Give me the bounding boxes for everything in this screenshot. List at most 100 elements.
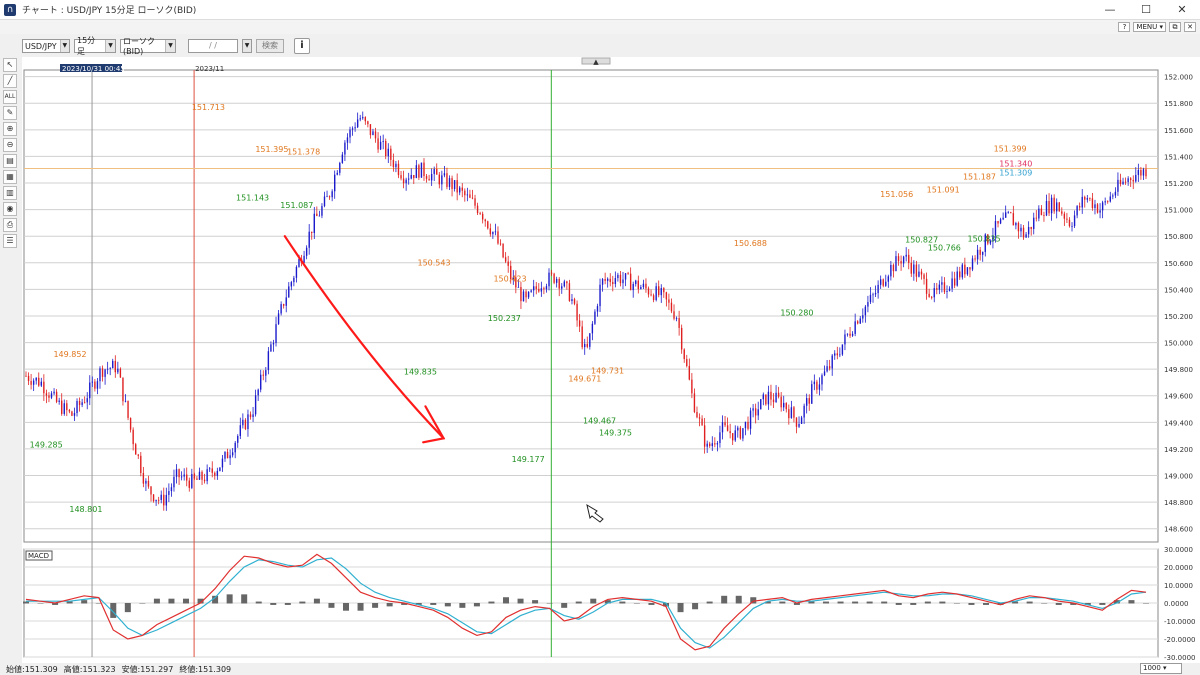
candle — [260, 374, 262, 390]
candle — [507, 261, 509, 266]
candle — [1109, 196, 1111, 202]
candle — [719, 432, 721, 444]
candle — [367, 121, 369, 125]
chart-area[interactable]: ▲ 152.000 151.800 151.600 151.400 151.200 151.… — [22, 57, 1200, 663]
candle — [811, 384, 813, 404]
candle — [783, 402, 785, 408]
candle — [479, 213, 481, 214]
candle — [1025, 234, 1027, 238]
pair-value: USD/JPY — [25, 41, 57, 51]
candle — [109, 368, 111, 369]
date-input[interactable]: / / — [188, 39, 238, 53]
candle — [308, 231, 310, 248]
candle — [591, 323, 594, 334]
timeframe-select[interactable]: 15分足 ▼ — [74, 36, 116, 56]
candle — [642, 283, 645, 288]
grid-icon[interactable]: ▥ — [3, 186, 17, 200]
close-chart-icon[interactable]: ✕ — [1184, 22, 1196, 32]
candle — [198, 471, 201, 480]
candle — [622, 279, 624, 284]
menu-button[interactable]: MENU ▾ — [1133, 22, 1166, 32]
macd-tick-label: 30.0000 — [1164, 546, 1193, 554]
low-price-label: 150.280 — [780, 308, 813, 317]
candle — [448, 178, 451, 187]
candle — [803, 405, 805, 418]
candle — [1002, 217, 1004, 220]
macd-hist-bar — [837, 601, 844, 604]
candle — [1101, 202, 1104, 211]
eye-icon[interactable]: ◉ — [3, 202, 17, 216]
minimize-button[interactable]: — — [1092, 0, 1128, 20]
candle — [627, 273, 629, 275]
candle — [58, 400, 60, 402]
detach-icon[interactable]: ⧉ — [1169, 22, 1181, 32]
print-icon[interactable]: ⎙ — [3, 218, 17, 232]
candle — [382, 140, 384, 142]
zoom-in-icon[interactable]: ⊕ — [3, 122, 17, 136]
candle — [180, 476, 183, 478]
pair-select[interactable]: USD/JPY ▼ — [22, 39, 70, 53]
candle — [777, 392, 780, 397]
candle — [606, 278, 609, 281]
candle — [994, 221, 997, 236]
candle — [175, 469, 178, 477]
high-price-label: 150.543 — [417, 258, 450, 267]
macd-hist-bar — [313, 598, 320, 604]
candle — [813, 381, 816, 385]
maximize-button[interactable]: ☐ — [1128, 0, 1164, 20]
all-icon[interactable]: ALL — [3, 90, 17, 104]
candle — [938, 284, 941, 290]
candle — [89, 382, 91, 399]
candle — [377, 138, 379, 150]
candle — [441, 175, 443, 185]
candle — [632, 283, 634, 291]
candle — [249, 414, 252, 418]
y-tick-label: 151.400 — [1164, 153, 1193, 161]
chart-type-select[interactable]: ローソク(BID) ▼ — [120, 37, 176, 56]
candle — [1129, 178, 1132, 180]
candle — [1035, 217, 1037, 219]
candle — [354, 127, 356, 129]
candle — [517, 286, 520, 288]
candle — [331, 191, 333, 198]
candle — [379, 141, 382, 150]
cursor-icon[interactable]: ↖ — [3, 58, 17, 72]
search-button[interactable]: 検索 — [256, 39, 284, 53]
date-dropdown[interactable]: ▼ — [242, 39, 252, 53]
settings-icon[interactable]: ☰ — [3, 234, 17, 248]
zoom-select[interactable]: 1000 ▾ — [1140, 663, 1182, 674]
candle — [1091, 198, 1094, 208]
candle — [910, 262, 912, 274]
sub-toolbar: ? MENU ▾ ⧉ ✕ — [0, 20, 1200, 34]
candle — [1068, 219, 1071, 227]
candle — [372, 131, 374, 136]
candle — [1043, 215, 1045, 216]
candle — [446, 173, 448, 187]
candle — [239, 425, 242, 437]
candle — [879, 279, 882, 285]
zoom-out-icon[interactable]: ⊖ — [3, 138, 17, 152]
candle — [35, 377, 37, 381]
close-button[interactable]: ✕ — [1164, 0, 1200, 20]
y-tick-label: 151.000 — [1164, 207, 1193, 215]
edit-icon[interactable]: ✎ — [3, 106, 17, 120]
candle — [650, 294, 652, 296]
trendline-icon[interactable]: ╱ — [3, 74, 17, 88]
candle — [550, 272, 553, 274]
candle — [224, 451, 226, 459]
candle — [688, 365, 691, 380]
candle — [869, 294, 872, 303]
candle — [127, 400, 129, 418]
candle — [99, 368, 101, 382]
info-button[interactable]: i — [294, 38, 310, 54]
candle — [762, 394, 765, 400]
tech-icon[interactable]: ▦ — [3, 170, 17, 184]
candle — [27, 375, 30, 382]
candle — [1012, 213, 1015, 226]
candle — [599, 284, 601, 307]
candle — [841, 344, 844, 355]
candle — [900, 261, 902, 264]
help-button[interactable]: ? — [1118, 22, 1131, 32]
candle — [568, 283, 571, 302]
indicator-icon[interactable]: ▤ — [3, 154, 17, 168]
